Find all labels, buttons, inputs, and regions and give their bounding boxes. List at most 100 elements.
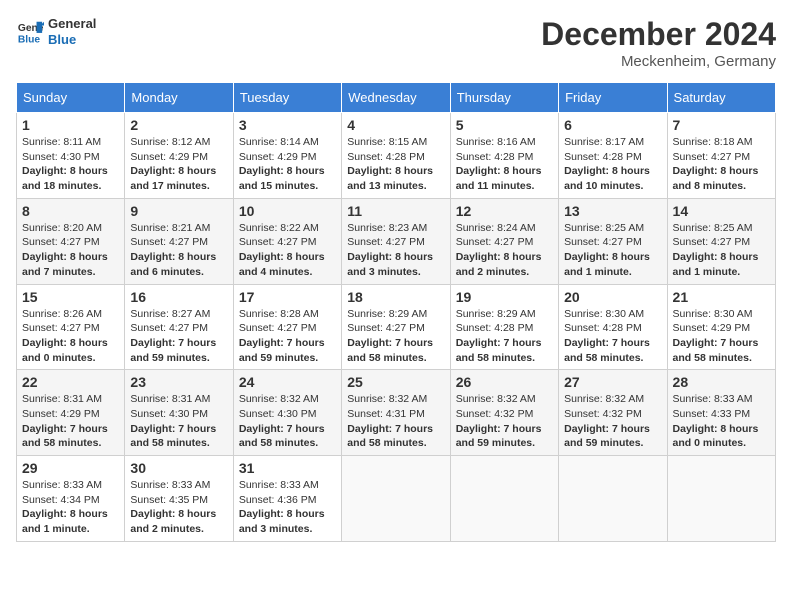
day-info: Sunrise: 8:25 AMSunset: 4:27 PMDaylight:…: [673, 221, 770, 280]
day-info: Sunrise: 8:25 AMSunset: 4:27 PMDaylight:…: [564, 221, 661, 280]
header-sunday: Sunday: [17, 83, 125, 113]
day-info: Sunrise: 8:33 AMSunset: 4:34 PMDaylight:…: [22, 478, 119, 537]
day-info: Sunrise: 8:16 AMSunset: 4:28 PMDaylight:…: [456, 135, 553, 194]
day-number: 14: [673, 203, 770, 219]
month-year-title: December 2024: [541, 16, 776, 53]
calendar-cell: 11 Sunrise: 8:23 AMSunset: 4:27 PMDayligh…: [342, 198, 450, 284]
calendar-cell: 5 Sunrise: 8:16 AMSunset: 4:28 PMDaylight…: [450, 113, 558, 199]
calendar-cell: 14 Sunrise: 8:25 AMSunset: 4:27 PMDayligh…: [667, 198, 775, 284]
day-info: Sunrise: 8:17 AMSunset: 4:28 PMDaylight:…: [564, 135, 661, 194]
day-info: Sunrise: 8:29 AMSunset: 4:27 PMDaylight:…: [347, 307, 444, 366]
day-number: 6: [564, 117, 661, 133]
calendar-cell: 13 Sunrise: 8:25 AMSunset: 4:27 PMDayligh…: [559, 198, 667, 284]
calendar-cell: 21 Sunrise: 8:30 AMSunset: 4:29 PMDayligh…: [667, 284, 775, 370]
day-number: 11: [347, 203, 444, 219]
day-number: 27: [564, 374, 661, 390]
day-number: 9: [130, 203, 227, 219]
calendar-cell: 17Sunrise: 8:28 AMSunset: 4:27 PMDayligh…: [233, 284, 341, 370]
title-section: December 2024 Meckenheim, Germany: [541, 16, 776, 70]
calendar-week-row: 22Sunrise: 8:31 AMSunset: 4:29 PMDayligh…: [17, 370, 776, 456]
day-number: 8: [22, 203, 119, 219]
calendar-cell: 23 Sunrise: 8:31 AMSunset: 4:30 PMDayligh…: [125, 370, 233, 456]
day-number: 13: [564, 203, 661, 219]
day-info: Sunrise: 8:24 AMSunset: 4:27 PMDaylight:…: [456, 221, 553, 280]
day-info: Sunrise: 8:15 AMSunset: 4:28 PMDaylight:…: [347, 135, 444, 194]
day-number: 16: [130, 289, 227, 305]
day-info: Sunrise: 8:33 AMSunset: 4:33 PMDaylight:…: [673, 392, 770, 451]
calendar-cell: 19Sunrise: 8:29 AMSunset: 4:28 PMDayligh…: [450, 284, 558, 370]
day-info: Sunrise: 8:11 AMSunset: 4:30 PMDaylight:…: [22, 135, 119, 194]
calendar-cell: 24 Sunrise: 8:32 AMSunset: 4:30 PMDayligh…: [233, 370, 341, 456]
day-info: Sunrise: 8:18 AMSunset: 4:27 PMDaylight:…: [673, 135, 770, 194]
header-tuesday: Tuesday: [233, 83, 341, 113]
day-number: 19: [456, 289, 553, 305]
calendar-cell: [342, 456, 450, 542]
day-info: Sunrise: 8:23 AMSunset: 4:27 PMDaylight:…: [347, 221, 444, 280]
calendar-week-row: 1Sunrise: 8:11 AMSunset: 4:30 PMDaylight…: [17, 113, 776, 199]
day-info: Sunrise: 8:32 AMSunset: 4:30 PMDaylight:…: [239, 392, 336, 451]
day-info: Sunrise: 8:14 AMSunset: 4:29 PMDaylight:…: [239, 135, 336, 194]
logo-icon: General Blue: [16, 18, 44, 46]
calendar-cell: 1Sunrise: 8:11 AMSunset: 4:30 PMDaylight…: [17, 113, 125, 199]
calendar-cell: 6 Sunrise: 8:17 AMSunset: 4:28 PMDaylight…: [559, 113, 667, 199]
calendar-cell: 4 Sunrise: 8:15 AMSunset: 4:28 PMDaylight…: [342, 113, 450, 199]
calendar-cell: 25 Sunrise: 8:32 AMSunset: 4:31 PMDayligh…: [342, 370, 450, 456]
svg-text:Blue: Blue: [18, 34, 41, 45]
day-info: Sunrise: 8:12 AMSunset: 4:29 PMDaylight:…: [130, 135, 227, 194]
day-number: 26: [456, 374, 553, 390]
calendar-cell: 10 Sunrise: 8:22 AMSunset: 4:27 PMDayligh…: [233, 198, 341, 284]
day-info: Sunrise: 8:32 AMSunset: 4:32 PMDaylight:…: [564, 392, 661, 451]
day-number: 2: [130, 117, 227, 133]
calendar-week-row: 29 Sunrise: 8:33 AMSunset: 4:34 PMDayligh…: [17, 456, 776, 542]
logo: General Blue General Blue: [16, 16, 96, 47]
calendar-cell: [450, 456, 558, 542]
day-info: Sunrise: 8:33 AMSunset: 4:36 PMDaylight:…: [239, 478, 336, 537]
day-number: 4: [347, 117, 444, 133]
calendar-cell: 28 Sunrise: 8:33 AMSunset: 4:33 PMDayligh…: [667, 370, 775, 456]
calendar-table: SundayMondayTuesdayWednesdayThursdayFrid…: [16, 82, 776, 542]
calendar-cell: 8 Sunrise: 8:20 AMSunset: 4:27 PMDaylight…: [17, 198, 125, 284]
day-info: Sunrise: 8:20 AMSunset: 4:27 PMDaylight:…: [22, 221, 119, 280]
day-number: 24: [239, 374, 336, 390]
calendar-cell: [667, 456, 775, 542]
calendar-cell: 20 Sunrise: 8:30 AMSunset: 4:28 PMDayligh…: [559, 284, 667, 370]
day-number: 7: [673, 117, 770, 133]
calendar-header-row: SundayMondayTuesdayWednesdayThursdayFrid…: [17, 83, 776, 113]
day-number: 25: [347, 374, 444, 390]
page-header: General Blue General Blue December 2024 …: [16, 16, 776, 70]
calendar-cell: 27 Sunrise: 8:32 AMSunset: 4:32 PMDayligh…: [559, 370, 667, 456]
calendar-cell: 15Sunrise: 8:26 AMSunset: 4:27 PMDayligh…: [17, 284, 125, 370]
day-info: Sunrise: 8:31 AMSunset: 4:30 PMDaylight:…: [130, 392, 227, 451]
calendar-cell: 12Sunrise: 8:24 AMSunset: 4:27 PMDayligh…: [450, 198, 558, 284]
day-number: 29: [22, 460, 119, 476]
day-info: Sunrise: 8:32 AMSunset: 4:31 PMDaylight:…: [347, 392, 444, 451]
calendar-cell: 26 Sunrise: 8:32 AMSunset: 4:32 PMDayligh…: [450, 370, 558, 456]
calendar-cell: [559, 456, 667, 542]
day-info: Sunrise: 8:30 AMSunset: 4:29 PMDaylight:…: [673, 307, 770, 366]
logo-line1: General: [48, 16, 96, 32]
day-info: Sunrise: 8:22 AMSunset: 4:27 PMDaylight:…: [239, 221, 336, 280]
day-number: 3: [239, 117, 336, 133]
day-number: 10: [239, 203, 336, 219]
day-info: Sunrise: 8:33 AMSunset: 4:35 PMDaylight:…: [130, 478, 227, 537]
day-number: 5: [456, 117, 553, 133]
header-saturday: Saturday: [667, 83, 775, 113]
header-wednesday: Wednesday: [342, 83, 450, 113]
calendar-cell: 9 Sunrise: 8:21 AMSunset: 4:27 PMDaylight…: [125, 198, 233, 284]
day-info: Sunrise: 8:21 AMSunset: 4:27 PMDaylight:…: [130, 221, 227, 280]
day-number: 28: [673, 374, 770, 390]
calendar-cell: 30Sunrise: 8:33 AMSunset: 4:35 PMDayligh…: [125, 456, 233, 542]
day-number: 20: [564, 289, 661, 305]
day-number: 21: [673, 289, 770, 305]
logo-line2: Blue: [48, 32, 96, 48]
day-info: Sunrise: 8:26 AMSunset: 4:27 PMDaylight:…: [22, 307, 119, 366]
day-number: 17: [239, 289, 336, 305]
day-info: Sunrise: 8:30 AMSunset: 4:28 PMDaylight:…: [564, 307, 661, 366]
day-number: 23: [130, 374, 227, 390]
day-number: 31: [239, 460, 336, 476]
calendar-week-row: 15Sunrise: 8:26 AMSunset: 4:27 PMDayligh…: [17, 284, 776, 370]
day-info: Sunrise: 8:32 AMSunset: 4:32 PMDaylight:…: [456, 392, 553, 451]
day-number: 18: [347, 289, 444, 305]
header-friday: Friday: [559, 83, 667, 113]
calendar-week-row: 8 Sunrise: 8:20 AMSunset: 4:27 PMDaylight…: [17, 198, 776, 284]
